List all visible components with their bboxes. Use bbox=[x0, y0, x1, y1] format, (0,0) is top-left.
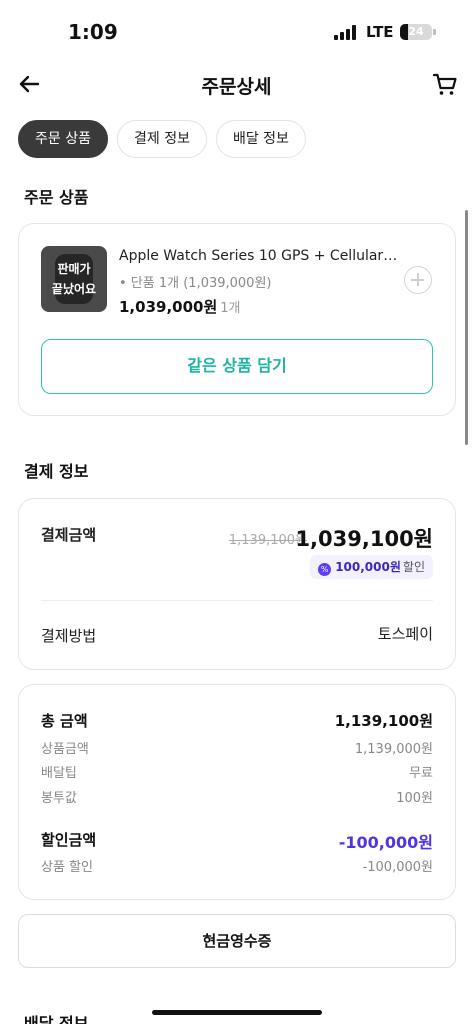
payment-amount-label: 결제금액 bbox=[41, 526, 97, 544]
status-time: 1:09 bbox=[68, 20, 118, 44]
delivery-tip-value: 무료 bbox=[409, 766, 433, 781]
tab-delivery-info[interactable]: 배달 정보 bbox=[215, 120, 306, 158]
price-summary-card: 총 금액 1,139,100원 상품금액 1,139,000원 배달팁 무료 봉… bbox=[18, 684, 456, 900]
payment-card: 결제금액 1,139,100원 1,039,100원 % 100,000원 할인 결… bbox=[18, 498, 456, 670]
product-price: 1,039,000원 1개 bbox=[119, 296, 241, 317]
page-title: 주문상세 bbox=[201, 76, 272, 98]
product-discount-value: -100,000원 bbox=[362, 860, 433, 875]
signal-icon bbox=[334, 24, 358, 40]
discount-badge: % 100,000원 할인 bbox=[310, 555, 433, 579]
divider bbox=[41, 600, 433, 601]
product-name[interactable]: Apple Watch Series 10 GPS + Cellular 46m… bbox=[119, 248, 399, 264]
product-option: • 단품 1개 (1,039,000원) bbox=[119, 276, 272, 291]
delivery-section-title: 배달 정보 bbox=[24, 1014, 89, 1024]
cart-icon[interactable] bbox=[431, 70, 459, 98]
battery-icon: 24 bbox=[400, 24, 432, 40]
section-tabs: 주문 상품 결제 정보 배달 정보 bbox=[18, 120, 306, 158]
sold-out-line1: 판매가 bbox=[57, 262, 91, 276]
payment-section-title: 결제 정보 bbox=[24, 462, 89, 481]
nav-bar: 주문상세 bbox=[0, 62, 473, 108]
product-price-value: 1,039,000원 bbox=[119, 298, 218, 316]
status-bar: 1:09 LTE 24 bbox=[0, 0, 473, 62]
total-value: 1,139,100원 bbox=[334, 712, 433, 730]
total-label: 총 금액 bbox=[41, 712, 88, 730]
home-indicator bbox=[152, 1010, 322, 1015]
network-type: LTE bbox=[366, 23, 394, 41]
summary-row-product-discount: 상품 할인 -100,000원 bbox=[41, 856, 433, 876]
total-row: 총 금액 1,139,100원 bbox=[41, 710, 433, 730]
add-same-item-button[interactable]: 같은 상품 담기 bbox=[41, 339, 433, 394]
summary-row-delivery-tip: 배달팁 무료 bbox=[41, 762, 433, 782]
battery-tip bbox=[433, 29, 436, 35]
payment-method-label: 결제방법 bbox=[41, 627, 97, 645]
sold-out-overlay: 판매가 끝났어요 bbox=[41, 259, 107, 299]
final-price: 1,039,100원 bbox=[295, 527, 433, 551]
tab-order-items[interactable]: 주문 상품 bbox=[18, 120, 108, 158]
battery-percent: 24 bbox=[408, 25, 424, 38]
add-plus-icon[interactable] bbox=[404, 266, 432, 294]
discount-total-row: 할인금액 -100,000원 bbox=[41, 829, 433, 852]
summary-row-bag-fee: 봉투값 100원 bbox=[41, 787, 433, 807]
discount-badge-amount: 100,000원 bbox=[335, 560, 401, 574]
summary-row-item-price: 상품금액 1,139,000원 bbox=[41, 738, 433, 758]
discount-badge-text: 할인 bbox=[402, 560, 425, 574]
payment-method-value: 토스페이 bbox=[377, 625, 433, 643]
bag-fee-value: 100원 bbox=[396, 791, 433, 806]
order-section-title: 주문 상품 bbox=[24, 188, 89, 207]
item-price-label: 상품금액 bbox=[41, 742, 89, 757]
bag-fee-label: 봉투값 bbox=[41, 791, 77, 806]
coupon-icon: % bbox=[318, 563, 332, 576]
discount-total-value: -100,000원 bbox=[338, 833, 433, 852]
product-quantity: 1개 bbox=[220, 301, 241, 316]
item-price-value: 1,139,000원 bbox=[354, 742, 433, 757]
scrollbar[interactable] bbox=[465, 210, 468, 445]
product-discount-label: 상품 할인 bbox=[41, 860, 93, 875]
order-item-card: 판매가 끝났어요 Apple Watch Series 10 GPS + Cel… bbox=[18, 223, 456, 416]
product-thumbnail[interactable]: 판매가 끝났어요 bbox=[41, 246, 107, 312]
cash-receipt-button[interactable]: 현금영수증 bbox=[18, 914, 456, 968]
discount-total-label: 할인금액 bbox=[41, 831, 97, 849]
tab-payment-info[interactable]: 결제 정보 bbox=[116, 120, 207, 158]
sold-out-line2: 끝났어요 bbox=[51, 282, 97, 296]
delivery-tip-label: 배달팁 bbox=[41, 766, 77, 781]
